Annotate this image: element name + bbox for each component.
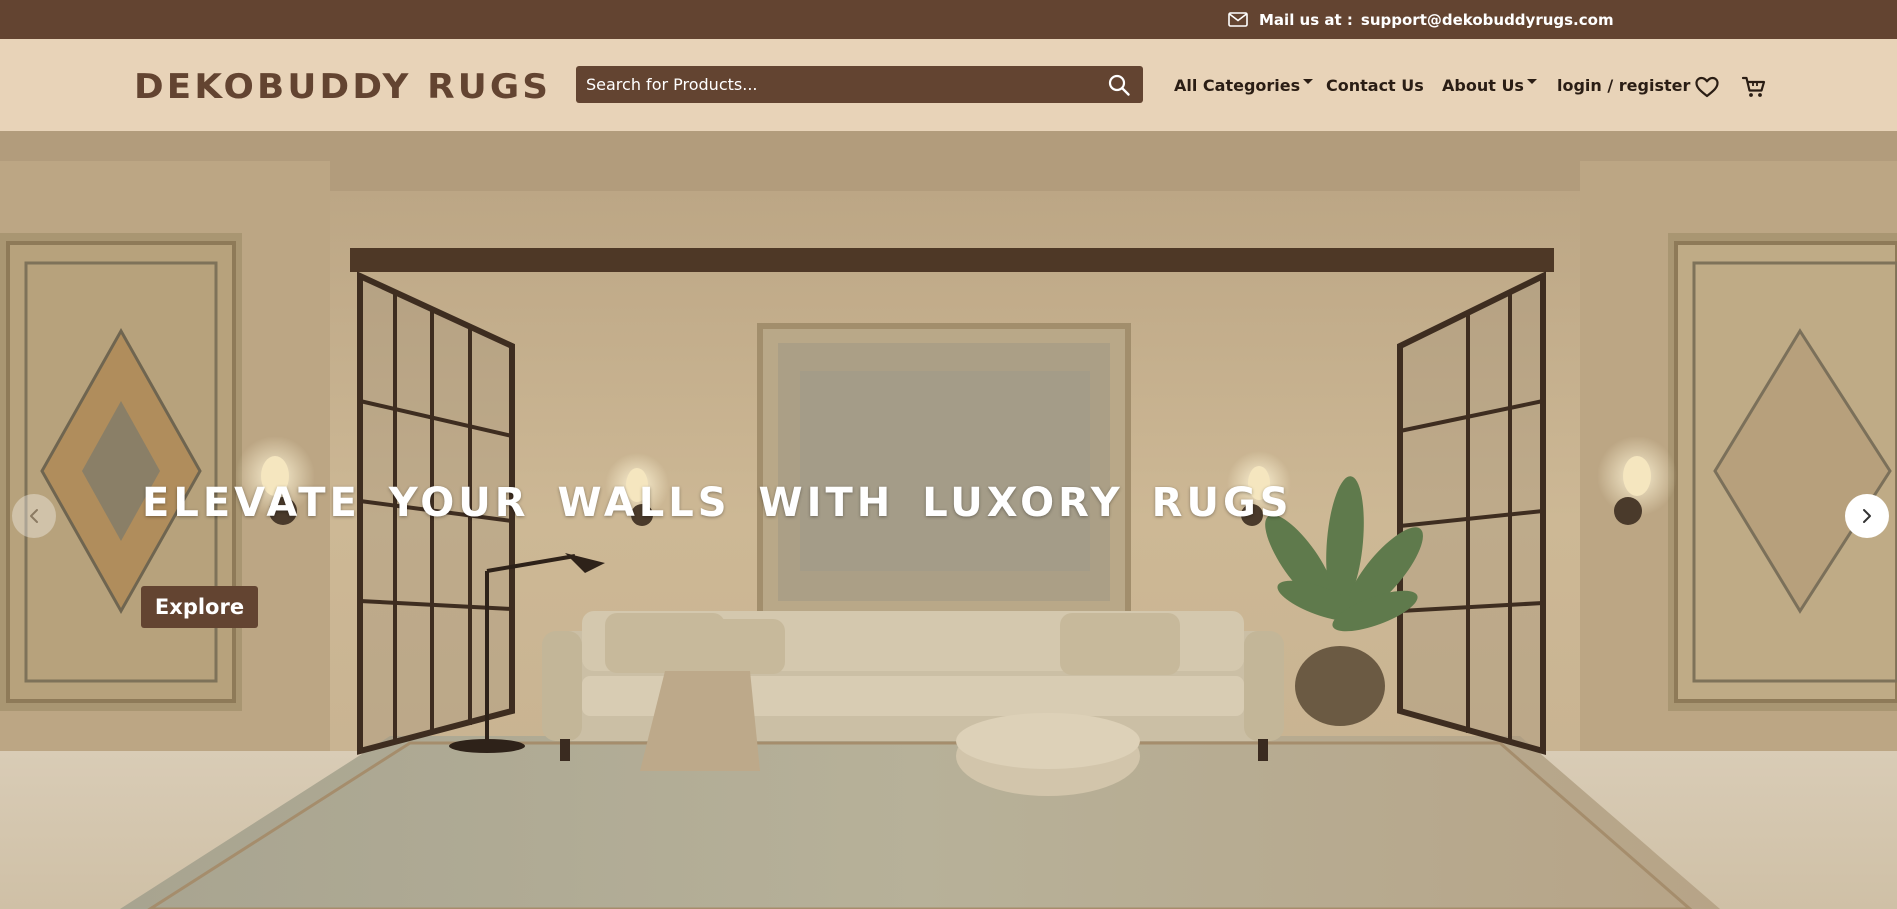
search-input[interactable] [586,75,1107,94]
explore-button[interactable]: Explore [141,586,258,628]
nav-login-register[interactable]: login / register [1557,39,1690,131]
nav-all-categories[interactable]: All Categories [1174,39,1314,131]
cart-icon[interactable] [1741,75,1767,99]
carousel-prev-button[interactable] [12,494,56,538]
site-header: DEKOBUDDY RUGS All Categories Contact Us… [0,39,1897,131]
mail-label: Mail us at : [1259,10,1353,29]
nav-all-categories-label: All Categories [1174,75,1301,95]
top-bar: Mail us at : support@dekobuddyrugs.com [0,0,1897,39]
nav-contact-us-label: Contact Us [1326,75,1424,95]
chevron-left-icon [30,509,38,523]
heart-icon[interactable] [1694,75,1720,99]
support-email-link[interactable]: support@dekobuddyrugs.com [1361,11,1614,29]
nav-contact-us[interactable]: Contact Us [1326,39,1424,131]
nav-about-us-label: About Us [1442,75,1524,95]
nav-about-us[interactable]: About Us [1442,39,1537,131]
envelope-icon [1228,12,1248,27]
caret-down-icon [1303,78,1314,84]
site-logo[interactable]: DEKOBUDDY RUGS [134,67,551,107]
search-icon[interactable] [1107,73,1131,97]
search-bar [576,66,1143,103]
caret-down-icon [1526,78,1537,84]
chevron-right-icon [1863,509,1871,523]
contact-email-group: Mail us at : support@dekobuddyrugs.com [1228,0,1614,39]
carousel-next-button[interactable] [1845,494,1889,538]
nav-login-register-label: login / register [1557,75,1691,95]
hero-headline: ELEVATE YOUR WALLS WITH LUXORY RUGS [142,480,1293,526]
hero-banner: ELEVATE YOUR WALLS WITH LUXORY RUGS Expl… [0,131,1897,909]
